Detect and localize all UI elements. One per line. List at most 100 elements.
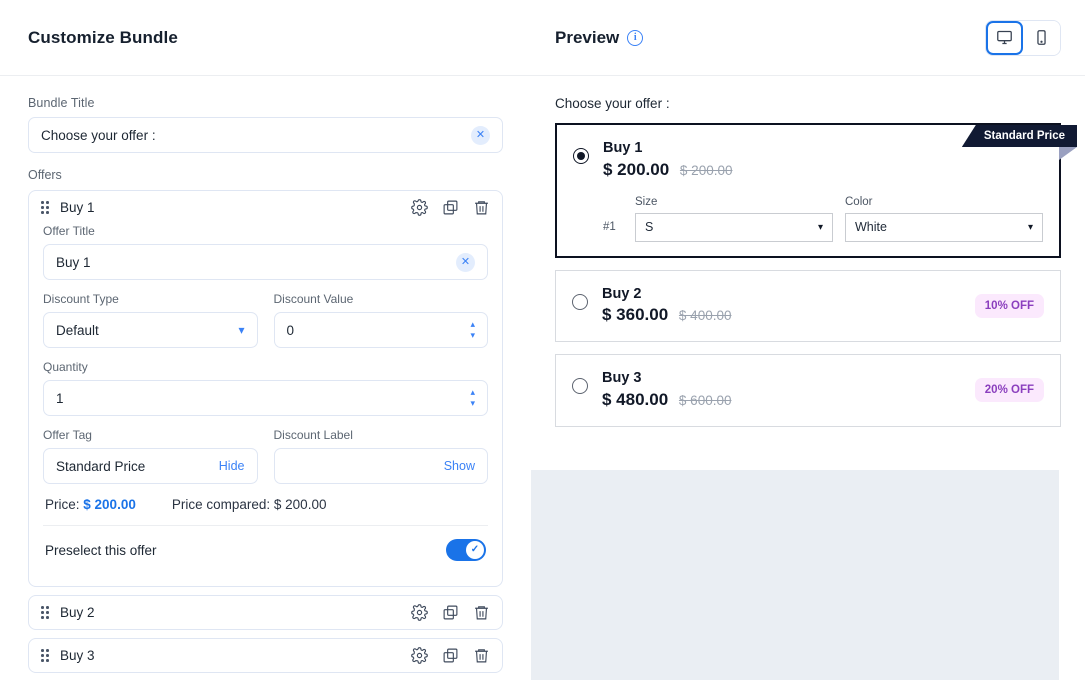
offer-card-fields: Offer Title Buy 1 ✕ Discount Type Defaul… [41,224,490,586]
preview-header: Preview i [531,0,1085,76]
preselect-row: Preselect this offer ✓ [43,526,488,574]
discount-label-label: Discount Label [273,428,353,442]
duplicate-icon[interactable] [442,604,459,621]
price-summary: Price: $ 200.00 Price compared: $ 200.00 [43,484,488,525]
preview-offer-text: Buy 1 $ 200.00 $ 200.00 #1 Size S ▾ Colo… [603,139,1043,242]
desktop-icon[interactable] [986,20,1023,55]
offer-header-actions [411,199,490,216]
discount-type-value: Default [56,322,99,338]
gear-icon[interactable] [411,199,428,216]
discount-value-stepper[interactable]: 0 ▴ ▾ [273,312,488,348]
preview-offer-card[interactable]: Buy 2 $ 360.00 $ 400.00 10% OFF [555,269,1061,342]
customize-bundle-panel: Customize Bundle Bundle Title Choose you… [0,0,531,680]
price-value: $ 200.00 [83,497,136,512]
variant-size-field: Size S ▾ [635,196,833,242]
preview-offer-compare-price: $ 200.00 [679,162,733,178]
customize-bundle-header: Customize Bundle [0,0,531,76]
offer-row-title: Buy 2 [60,605,95,620]
check-icon: ✓ [466,541,484,559]
duplicate-icon[interactable] [442,199,459,216]
mobile-icon[interactable] [1023,20,1060,55]
preview-offer-main: Buy 3 $ 480.00 $ 600.00 20% OFF [572,369,1044,412]
discount-value-value: 0 [286,322,295,338]
trash-icon[interactable] [473,604,490,621]
preview-offer-price: $ 360.00 [602,305,669,325]
gear-icon[interactable] [411,647,428,664]
variant-color-field: Color White ▾ [845,196,1043,242]
customize-bundle-body: Bundle Title Choose your offer : ✕ Offer… [0,76,531,673]
bundle-title-label: Bundle Title [28,96,95,110]
preview-panel-background [531,470,1059,680]
offer-row-title: Buy 3 [60,648,95,663]
offer-tag-hide-link[interactable]: Hide [219,459,245,473]
drag-handle-icon[interactable] [41,649,50,662]
offer-row-collapsed[interactable]: Buy 2 [28,595,503,630]
device-toggle-group [985,19,1061,56]
radio-button[interactable] [572,293,588,310]
info-icon[interactable]: i [627,29,644,46]
preview-offer-card[interactable]: Buy 3 $ 480.00 $ 600.00 20% OFF [555,354,1061,427]
drag-handle-icon[interactable] [41,201,50,214]
preview-offer-card[interactable]: Standard Price Buy 1 $ 200.00 $ 200.00 #… [555,123,1077,258]
discount-type-select[interactable]: Default ▾ [43,312,258,348]
discount-badge: 10% OFF [974,293,1044,318]
offers-label: Offers [28,168,62,182]
offer-tag-label: Offer Tag [43,428,92,442]
bundle-title-input[interactable]: Choose your offer : ✕ [28,117,503,153]
offer-title-value: Buy 1 [56,254,91,270]
variant-size-select[interactable]: S ▾ [635,212,833,242]
preview-offer-compare-price: $ 600.00 [678,392,732,408]
offer-title-label: Offer Title [43,224,95,238]
preview-offer-main: Buy 2 $ 360.00 $ 400.00 10% OFF [572,285,1044,328]
quantity-label: Quantity [43,360,88,374]
discount-type-label: Discount Type [43,292,119,306]
tag-row: Offer Tag Standard Price Hide Discount L… [43,428,488,484]
preview-offer-name: Buy 3 [602,370,642,386]
quantity-stepper[interactable]: 1 ▴ ▾ [43,380,488,416]
bundle-title-value: Choose your offer : [41,127,156,143]
variant-index: #1 [603,220,616,233]
preselect-toggle[interactable]: ✓ [446,539,486,561]
preview-card: Preview i Choose your offer : Standard P… [531,0,1085,470]
chevron-down-icon: ▾ [1027,221,1033,233]
ribbon-label: Standard Price [961,125,1077,147]
preview-offer-name: Buy 2 [602,285,642,302]
preview-offer-price-row: $ 200.00 $ 200.00 [603,159,1043,182]
preview-body: Choose your offer : Standard Price Buy 1… [531,76,1085,427]
radio-button[interactable] [572,378,588,394]
discount-badge: 20% OFF [974,378,1044,403]
app-root: Customize Bundle Bundle Title Choose you… [0,0,1085,680]
offer-title-input[interactable]: Buy 1 ✕ [43,244,488,280]
close-icon[interactable]: ✕ [456,252,475,272]
offer-header-row[interactable]: Buy 1 [41,191,490,224]
price-label: Price: [45,497,80,512]
trash-icon[interactable] [473,647,490,664]
preview-offer-price: $ 480.00 [602,389,669,409]
trash-icon[interactable] [473,199,490,216]
drag-handle-icon[interactable] [41,606,50,619]
gear-icon[interactable] [411,604,428,621]
ribbon: Standard Price [961,125,1077,160]
offer-tag-input[interactable]: Standard Price Hide [43,448,258,484]
variant-color-select[interactable]: White ▾ [845,212,1043,242]
stepper-arrows-icon[interactable]: ▴ ▾ [470,388,475,408]
page-title: Customize Bundle [28,27,178,47]
offer-row-collapsed[interactable]: Buy 3 [28,638,503,673]
close-icon[interactable]: ✕ [471,125,490,145]
duplicate-icon[interactable] [442,647,459,664]
quantity-value: 1 [56,390,64,406]
chevron-down-icon: ▾ [817,221,823,233]
discount-label-show-link[interactable]: Show [444,459,475,473]
discount-label-input[interactable]: Show [273,448,488,484]
preview-offer-text: Buy 3 $ 480.00 $ 600.00 [602,369,961,412]
offer-row-actions [411,647,490,664]
variant-size-label: Size [635,195,658,208]
stepper-arrows-icon[interactable]: ▴ ▾ [470,320,475,340]
variant-color-value: White [855,220,887,234]
variant-row: #1 Size S ▾ Color White ▾ [603,196,1043,242]
radio-button[interactable] [573,148,589,164]
preview-title: Preview [555,27,620,47]
preview-offer-compare-price: $ 400.00 [678,308,732,324]
variant-color-label: Color [845,195,873,208]
preview-offer-price-row: $ 360.00 $ 400.00 [602,304,961,327]
